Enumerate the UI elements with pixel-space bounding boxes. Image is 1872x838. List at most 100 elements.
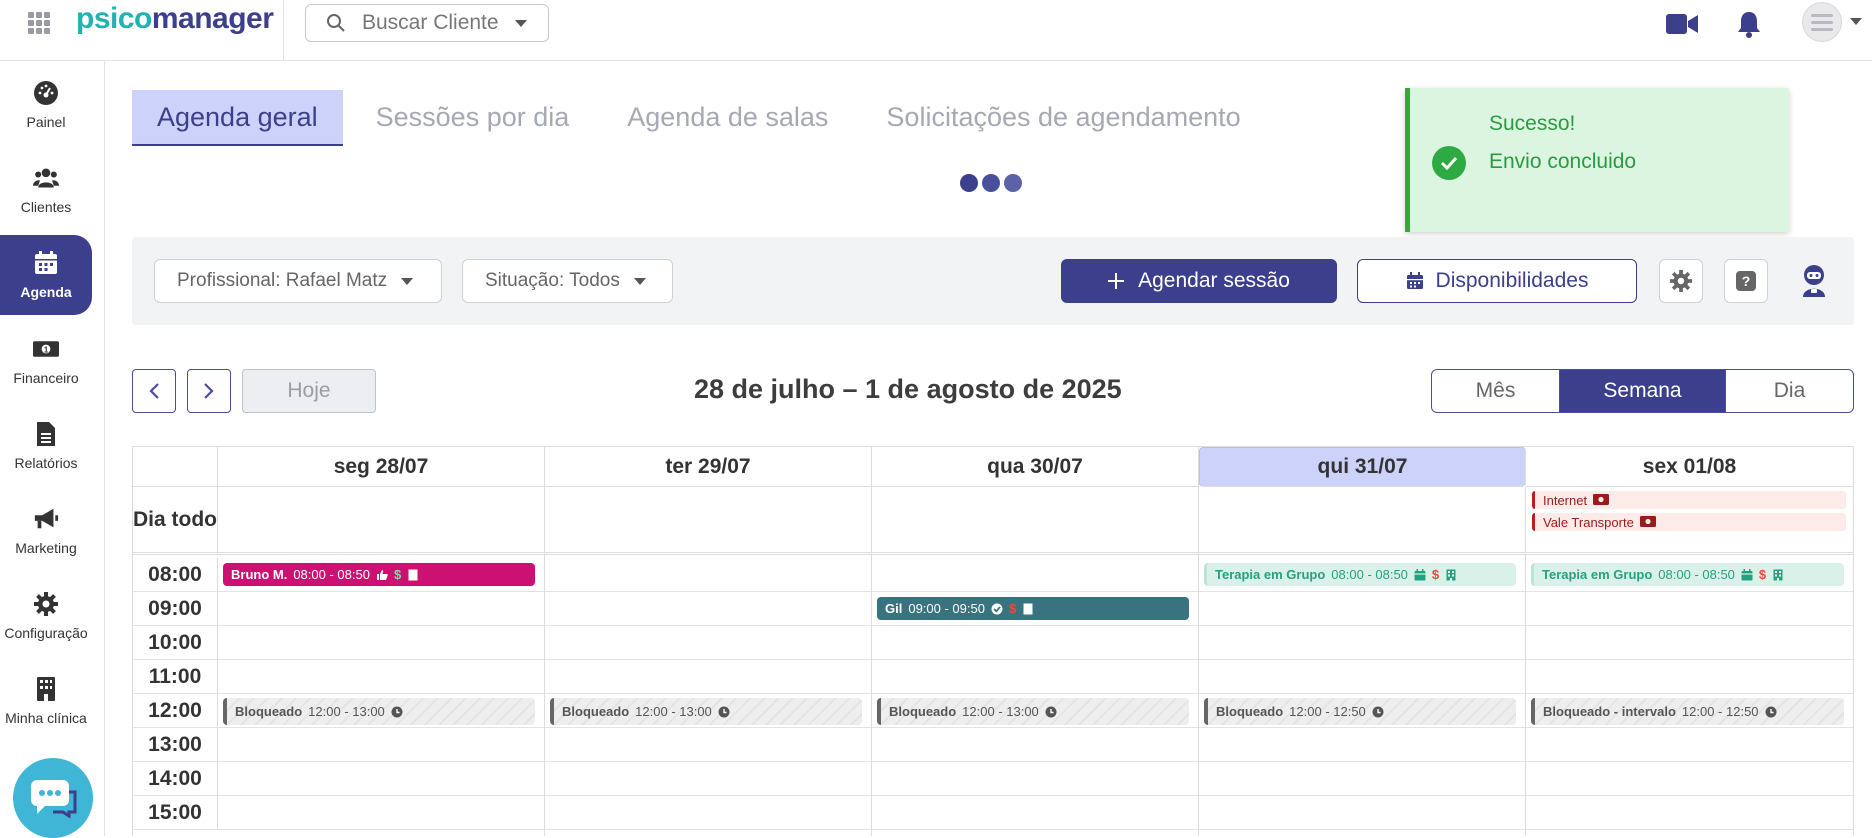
event-time: 09:00 - 09:50 (908, 601, 985, 616)
time-label: 09:00 (133, 592, 218, 626)
week-calendar: Dia todo seg 28/07 ter 29/07 qua 30/07 qui … (132, 446, 1854, 836)
money-icon (1593, 493, 1610, 508)
all-day-cell[interactable] (218, 487, 545, 555)
gauge-icon (34, 81, 58, 105)
logo-part-2: manager (151, 2, 274, 35)
day-header[interactable]: qua 30/07 (872, 447, 1199, 487)
video-call-button[interactable] (1664, 6, 1700, 42)
all-day-cell[interactable] (872, 487, 1199, 555)
money-icon (1639, 515, 1656, 530)
status-select[interactable]: Situação: Todos (462, 259, 673, 303)
view-month-button[interactable]: Mês (1432, 370, 1560, 412)
calendar-event[interactable]: Gil 09:00 - 09:50 $ (877, 597, 1189, 620)
today-button[interactable]: Hoje (242, 369, 376, 413)
event-time: 08:00 - 08:50 (1331, 567, 1408, 582)
calendar-icon (1414, 568, 1426, 581)
notifications-button[interactable] (1731, 6, 1767, 42)
dollar-icon: $ (1431, 567, 1440, 582)
calendar-event[interactable]: Bloqueado 12:00 - 13:00 (550, 698, 862, 725)
calendar-event[interactable]: Bloqueado 12:00 - 13:00 (877, 698, 1189, 725)
avatar-chevron-down-icon[interactable] (1850, 18, 1862, 25)
loading-indicator (960, 174, 1022, 192)
chat-button[interactable] (13, 758, 93, 838)
time-slot-row[interactable]: 13:00 (133, 728, 1854, 762)
column-divider (1853, 555, 1854, 836)
dollar-icon: $ (1008, 601, 1017, 616)
building-icon (37, 677, 55, 701)
building-icon (1022, 603, 1034, 615)
sidebar-item-label: Configuração (4, 625, 88, 641)
calendar-event[interactable]: Bruno M. 08:00 - 08:50 $ (223, 563, 535, 586)
chevron-right-icon (204, 383, 214, 399)
settings-button[interactable] (1659, 259, 1703, 303)
calendar-event[interactable]: Bloqueado 12:00 - 12:50 (1204, 698, 1516, 725)
sidebar-item-clientes[interactable]: Clientes (0, 150, 92, 230)
calendar-event[interactable]: Terapia em Grupo 08:00 - 08:50 $ (1204, 563, 1516, 586)
calendar-event[interactable]: Bloqueado 12:00 - 13:00 (223, 698, 535, 725)
time-label: 11:00 (133, 660, 218, 694)
search-client-combobox[interactable]: Buscar Cliente (305, 4, 549, 42)
all-day-cell[interactable] (545, 487, 872, 555)
next-week-button[interactable] (187, 369, 231, 413)
sidebar-item-painel[interactable]: Painel (0, 65, 92, 145)
help-button[interactable]: ? (1724, 259, 1768, 303)
time-slot-row[interactable]: 14:00 (133, 762, 1854, 796)
view-switcher: Mês Semana Dia (1431, 369, 1854, 413)
sidebar-item-marketing[interactable]: Marketing (0, 491, 92, 571)
check-circle-icon (991, 603, 1003, 615)
view-week-button[interactable]: Semana (1559, 370, 1727, 412)
previous-week-button[interactable] (132, 369, 176, 413)
all-day-event[interactable]: Vale Transporte (1532, 513, 1846, 531)
day-header[interactable]: seg 28/07 (218, 447, 545, 487)
sidebar-item-agenda[interactable]: Agenda (0, 235, 92, 315)
all-day-event[interactable]: Internet (1532, 491, 1846, 509)
time-slot-row[interactable]: 10:00 (133, 626, 1854, 660)
calendar-event[interactable]: Bloqueado - intervalo 12:00 - 12:50 (1531, 698, 1844, 725)
all-day-event-label: Internet (1543, 492, 1588, 508)
column-divider (871, 555, 872, 836)
time-label: 14:00 (133, 762, 218, 796)
search-icon (327, 14, 345, 32)
thumbs-up-icon (376, 569, 388, 581)
help-icon: ? (1736, 271, 1756, 291)
tab-agenda-geral[interactable]: Agenda geral (132, 90, 343, 146)
logo-part-1: psico (76, 2, 152, 35)
time-slot-row[interactable]: 15:00 (133, 796, 1854, 830)
all-day-cell[interactable] (1199, 487, 1526, 555)
schedule-session-label: Agendar sessão (1138, 269, 1290, 292)
tab-sessoes-por-dia[interactable]: Sessões por dia (351, 90, 595, 146)
logo[interactable]: psicomanager (76, 2, 274, 36)
sidebar-item-minha-clinica[interactable]: Minha clínica (0, 661, 92, 741)
schedule-session-button[interactable]: Agendar sessão (1061, 259, 1337, 303)
availability-label: Disponibilidades (1435, 269, 1589, 292)
time-slot-row[interactable]: 11:00 (133, 660, 1854, 694)
success-toast: Sucesso! Envio concluido (1405, 88, 1789, 232)
column-divider (544, 555, 545, 836)
view-day-button[interactable]: Dia (1726, 370, 1853, 412)
professional-select[interactable]: Profissional: Rafael Matz (154, 259, 442, 303)
dollar-icon: $ (1758, 567, 1767, 582)
calendar-event[interactable]: Terapia em Grupo 08:00 - 08:50 $ (1531, 563, 1844, 586)
event-time: 08:00 - 08:50 (1658, 567, 1735, 582)
file-icon (37, 422, 55, 446)
toast-message: Envio concluido (1489, 150, 1637, 173)
calendar-icon (1741, 568, 1753, 581)
assistant-robot-button[interactable] (1792, 259, 1836, 303)
apps-grid-icon[interactable] (28, 12, 50, 34)
availability-button[interactable]: Disponibilidades (1357, 259, 1637, 303)
building-icon (1445, 569, 1457, 581)
day-header[interactable]: sex 01/08 (1526, 447, 1854, 487)
day-header[interactable]: qui 31/07 (1199, 447, 1526, 487)
tab-solicitacoes[interactable]: Solicitações de agendamento (861, 90, 1265, 146)
day-header[interactable]: ter 29/07 (545, 447, 872, 487)
sidebar-item-relatorios[interactable]: Relatórios (0, 406, 92, 486)
sidebar-item-financeiro[interactable]: 1 Financeiro (0, 321, 92, 401)
avatar[interactable] (1802, 2, 1842, 42)
sidebar-item-configuracao[interactable]: Configuração (0, 576, 92, 656)
tab-agenda-de-salas[interactable]: Agenda de salas (602, 90, 853, 146)
event-title: Terapia em Grupo (1215, 567, 1326, 582)
sidebar-item-label: Marketing (15, 540, 77, 556)
status-select-value: Situação: Todos (485, 270, 620, 291)
bell-icon (1738, 12, 1760, 38)
clock-icon (1045, 706, 1057, 718)
